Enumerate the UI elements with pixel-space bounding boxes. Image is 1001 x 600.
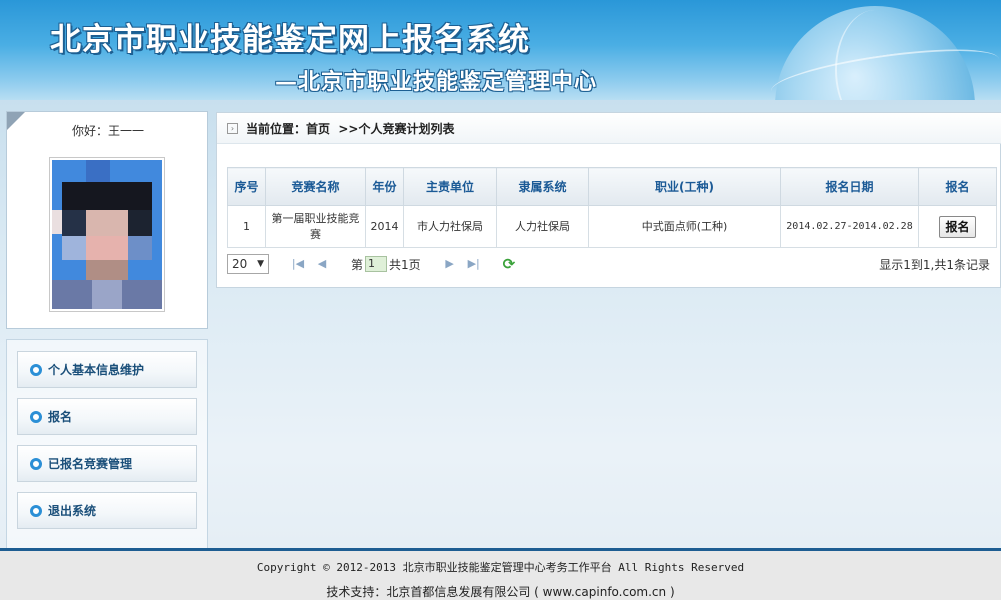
cell-name: 第一届职业技能竞赛 <box>265 205 366 248</box>
sidebar-item-label: 退出系统 <box>48 504 97 518</box>
column-header: 主责单位 <box>403 167 497 206</box>
column-header: 报名日期 <box>780 167 919 206</box>
breadcrumb: › 当前位置：首页 >>个人竞赛计划列表 <box>217 113 1001 144</box>
sidebar-item-label: 个人基本信息维护 <box>48 363 145 377</box>
record-summary: 显示1到1,共1条记录 <box>879 257 990 272</box>
sidebar-item-signup[interactable]: 报名 <box>17 398 197 435</box>
signup-button[interactable]: 报名 <box>939 215 976 238</box>
footer: Copyright © 2012-2013 北京市职业技能鉴定管理中心考务工作平… <box>0 548 1001 600</box>
column-header: 报名 <box>918 167 997 206</box>
first-page-icon[interactable]: |◀ <box>290 256 306 272</box>
avatar <box>49 157 165 312</box>
table-header-row: 序号 竞赛名称 年份 主责单位 隶属系统 职业(工种) 报名日期 报名 <box>227 167 997 206</box>
column-header: 职业(工种) <box>588 167 781 206</box>
chevron-down-icon: ▼ <box>257 259 264 269</box>
cell-index: 1 <box>227 205 266 248</box>
circle-bullet-icon <box>30 504 42 517</box>
sidebar-item-logout[interactable]: 退出系统 <box>17 492 197 529</box>
sidebar-item-label: 已报名竞赛管理 <box>48 457 133 471</box>
table-row: 1 第一届职业技能竞赛 2014 市人力社保局 人力社保局 中式面点师(工种) … <box>227 205 997 248</box>
cell-date: 2014.02.27-2014.02.28 <box>780 205 919 248</box>
user-greeting: 你好：王一一 <box>71 124 144 138</box>
column-header: 隶属系统 <box>496 167 589 206</box>
page-size-value: 20 <box>232 257 248 271</box>
prev-page-icon[interactable]: ◀ <box>314 256 330 272</box>
circle-bullet-icon <box>30 363 42 376</box>
main-panel: › 当前位置：首页 >>个人竞赛计划列表 序号 竞赛名称 年份 主责单位 隶属系… <box>216 112 1001 288</box>
page-total: 共1页 <box>389 257 421 272</box>
competition-table: 序号 竞赛名称 年份 主责单位 隶属系统 职业(工种) 报名日期 报名 1 第一… <box>227 167 997 248</box>
breadcrumb-arrow-icon: › <box>227 122 238 134</box>
column-header: 年份 <box>365 167 404 206</box>
tech-support-text: 技术支持：北京首都信息发展有限公司 ( www.capinfo.com.cn ) <box>326 585 675 599</box>
user-panel: 你好：王一一 <box>6 111 208 329</box>
last-page-icon[interactable]: ▶| <box>466 256 482 272</box>
site-subtitle: —北京市职业技能鉴定管理中心 <box>275 69 598 95</box>
page-size-select[interactable]: 20 ▼ <box>227 254 269 274</box>
cell-system: 人力社保局 <box>496 205 589 248</box>
copyright-text: Copyright © 2012-2013 北京市职业技能鉴定管理中心考务工作平… <box>256 561 745 574</box>
cell-year: 2014 <box>365 205 404 248</box>
site-title: 北京市职业技能鉴定网上报名系统 <box>50 22 530 58</box>
header-banner: 北京市职业技能鉴定网上报名系统 —北京市职业技能鉴定管理中心 <box>0 0 1001 100</box>
sidebar-menu: 个人基本信息维护 报名 已报名竞赛管理 退出系统 <box>6 339 208 549</box>
pixelated-photo <box>52 160 162 309</box>
cell-occupation: 中式面点师(工种) <box>588 205 781 248</box>
page-number-input[interactable]: 1 <box>365 256 388 272</box>
sidebar-item-registered[interactable]: 已报名竞赛管理 <box>17 445 197 482</box>
page-prefix: 第 <box>351 257 364 272</box>
circle-bullet-icon <box>30 410 42 423</box>
circle-bullet-icon <box>30 457 42 470</box>
cell-action: 报名 <box>918 205 997 248</box>
column-header: 序号 <box>227 167 266 206</box>
cell-unit: 市人力社保局 <box>403 205 497 248</box>
sidebar-item-label: 报名 <box>48 410 73 424</box>
refresh-icon[interactable]: ⟳ <box>503 255 516 273</box>
column-header: 竞赛名称 <box>265 167 366 206</box>
next-page-icon[interactable]: ▶ <box>442 256 458 272</box>
breadcrumb-text: 当前位置：首页 >>个人竞赛计划列表 <box>246 121 455 136</box>
sidebar-item-profile[interactable]: 个人基本信息维护 <box>17 351 197 388</box>
pagination-bar: 20 ▼ |◀ ◀ 第 1 共1页 ▶ ▶| ⟳ 显示1到1,共1条记录 <box>227 250 996 278</box>
